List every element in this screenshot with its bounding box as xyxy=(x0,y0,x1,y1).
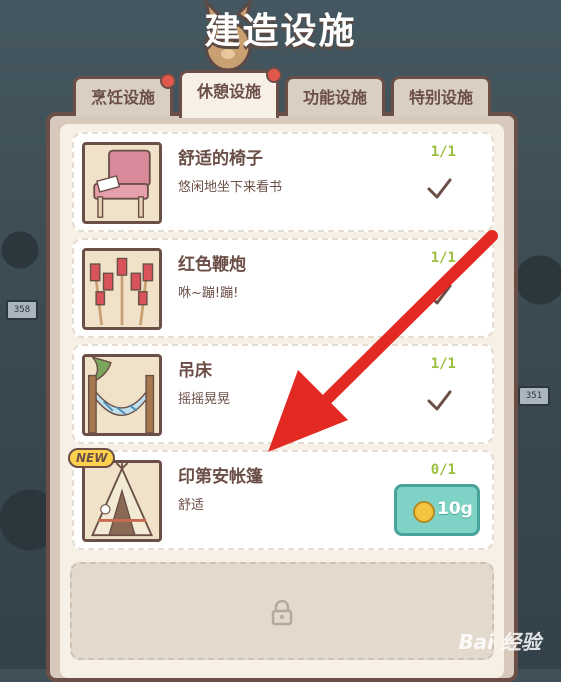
tab-label: 烹饪设施 xyxy=(90,88,155,107)
watermark: Bai 经验 xyxy=(458,630,541,654)
tab-label: 休憩设施 xyxy=(196,82,261,101)
item-count: 0/1 xyxy=(430,462,456,478)
facility-item-hammock[interactable]: 吊床 摇摇晃晃 1/1 xyxy=(72,344,494,444)
item-name: 吊床 xyxy=(178,361,212,381)
item-count: 1/1 xyxy=(430,250,456,266)
check-icon xyxy=(427,178,452,199)
tab-cooking[interactable]: 烹饪设施 xyxy=(73,73,176,116)
tab-function[interactable]: 功能设施 xyxy=(285,76,385,116)
page-title: 建造设施 xyxy=(204,11,357,52)
item-count: 1/1 xyxy=(430,356,456,372)
lock-icon xyxy=(271,600,293,626)
item-name: 印第安帐篷 xyxy=(178,467,263,487)
chair-thumbnail xyxy=(82,142,162,224)
firecracker-icon xyxy=(85,251,159,327)
firecracker-thumbnail xyxy=(82,248,162,330)
hammock-thumbnail xyxy=(82,354,162,436)
teepee-icon xyxy=(85,463,159,539)
notice-dot-icon xyxy=(160,73,176,89)
tab-special[interactable]: 特别设施 xyxy=(391,76,491,116)
check-icon xyxy=(427,284,452,305)
check-icon xyxy=(427,390,452,411)
teepee-thumbnail xyxy=(82,460,162,542)
item-description: 摇摇晃晃 xyxy=(178,392,231,407)
category-tabs: 烹饪设施 休憩设施 功能设施 特别设施 xyxy=(73,67,493,118)
background-sign: 351 xyxy=(518,386,550,406)
coin-icon xyxy=(413,501,435,523)
item-name: 舒适的椅子 xyxy=(178,149,263,169)
hammock-icon xyxy=(85,357,159,433)
facility-item-chair[interactable]: 舒适的椅子 悠闲地坐下来看书 1/1 xyxy=(72,132,494,232)
facility-item-teepee[interactable]: NEW 印第安帐篷 舒适 0/1 10g xyxy=(68,448,494,550)
item-description: 舒适 xyxy=(178,498,205,513)
facility-item-firecracker[interactable]: 红色鞭炮 咻~蹦!蹦! 1/1 xyxy=(72,238,494,338)
item-count: 1/1 xyxy=(430,144,456,160)
notice-dot-icon xyxy=(266,67,282,83)
buy-button[interactable]: 10g xyxy=(394,484,480,536)
chair-icon xyxy=(85,145,159,221)
item-name: 红色鞭炮 xyxy=(178,255,246,275)
price-label: 10g xyxy=(437,499,473,519)
tab-label: 特别设施 xyxy=(408,88,473,107)
tab-label: 功能设施 xyxy=(302,88,367,107)
tab-rest[interactable]: 休憩设施 xyxy=(179,67,282,118)
locked-slot xyxy=(70,562,494,660)
item-description: 咻~蹦!蹦! xyxy=(178,286,239,301)
background-sign: 358 xyxy=(6,300,38,320)
item-description: 悠闲地坐下来看书 xyxy=(178,180,283,195)
new-badge: NEW xyxy=(68,448,116,468)
